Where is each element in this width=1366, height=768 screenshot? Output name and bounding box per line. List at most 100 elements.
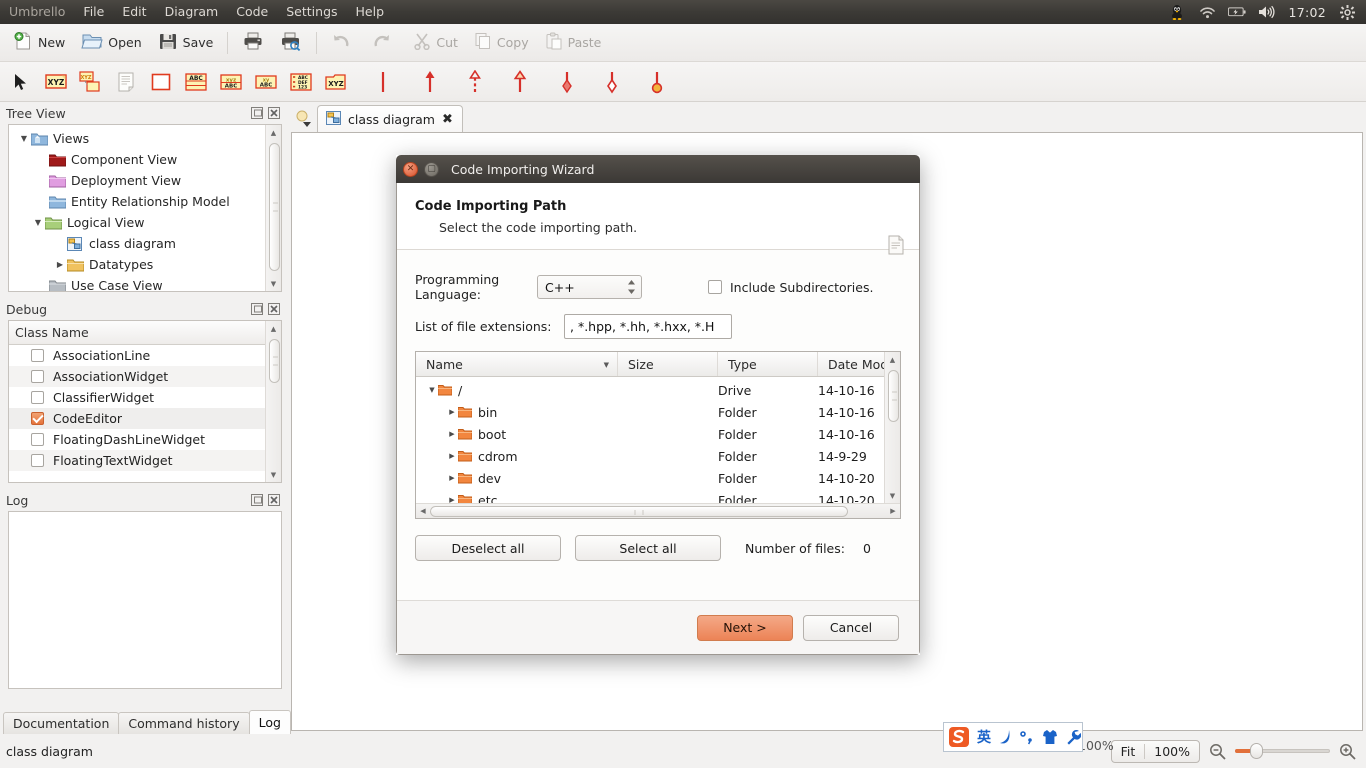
scroll-down-arrow-icon[interactable]: ▼	[885, 488, 900, 503]
dialog-title-bar[interactable]: ✕ ▢ Code Importing Wizard	[396, 155, 920, 183]
tree-row-datatypes[interactable]: ▶ Datatypes	[9, 254, 281, 275]
paste-button[interactable]: Paste	[538, 28, 609, 58]
abc-class-tool[interactable]: ABC	[183, 69, 209, 95]
expand-arrow-right-icon[interactable]: ▶	[53, 260, 67, 269]
menu-item-edit[interactable]: Edit	[113, 0, 155, 24]
debug-row-associationline[interactable]: AssociationLine	[9, 345, 281, 366]
debug-checkbox-checked[interactable]	[31, 412, 44, 425]
file-row-bin[interactable]: ▶ bin Folder 14-10-16	[416, 401, 900, 423]
debug-close-button[interactable]	[268, 303, 280, 315]
menu-item-help[interactable]: Help	[347, 0, 394, 24]
debug-column-header[interactable]: Class Name	[9, 321, 281, 345]
select-arrow-tool[interactable]	[8, 69, 34, 95]
undo-button[interactable]	[324, 28, 363, 58]
menu-item-code[interactable]: Code	[227, 0, 277, 24]
debug-checkbox[interactable]	[31, 433, 44, 446]
redo-button[interactable]	[365, 28, 404, 58]
expand-arrow-right-icon[interactable]: ▶	[446, 452, 458, 460]
column-header-size[interactable]: Size	[618, 352, 718, 376]
sogou-logo-icon[interactable]	[948, 726, 970, 748]
zoom-slider[interactable]	[1235, 743, 1330, 759]
debug-row-associationwidget[interactable]: AssociationWidget	[9, 366, 281, 387]
file-row-boot[interactable]: ▶ boot Folder 14-10-16	[416, 423, 900, 445]
scrollbar-thumb[interactable]	[269, 339, 280, 383]
zoom-in-icon[interactable]	[1339, 743, 1356, 760]
xy-abc-tool[interactable]: xy ABC	[253, 69, 279, 95]
file-row-dev[interactable]: ▶ dev Folder 14-10-20	[416, 467, 900, 489]
tree-view-scrollbar[interactable]: ▲ ▼	[265, 125, 281, 291]
menu-item-diagram[interactable]: Diagram	[156, 0, 228, 24]
column-header-type[interactable]: Type	[718, 352, 818, 376]
expand-arrow-right-icon[interactable]: ▶	[446, 474, 458, 482]
battery-icon[interactable]	[1228, 3, 1247, 21]
tree-row-logical-view[interactable]: ▼ Logical View	[9, 212, 281, 233]
debug-scrollbar[interactable]: ▲ ▼	[265, 321, 281, 482]
column-header-date-modified[interactable]: Date Mod	[818, 352, 893, 376]
file-browser-table[interactable]: Name ▼ Size Type Date Mod ▼ / Drive 14-1…	[415, 351, 901, 519]
cancel-button[interactable]: Cancel	[803, 614, 899, 641]
tree-row-entity-relationship-model[interactable]: Entity Relationship Model	[9, 191, 281, 212]
debug-row-classifierwidget[interactable]: ClassifierWidget	[9, 387, 281, 408]
zoom-out-icon[interactable]	[1209, 743, 1226, 760]
package-xyz-tool[interactable]: XYZ	[323, 69, 349, 95]
include-subdirectories-checkbox[interactable]: Include Subdirectories.	[708, 280, 873, 295]
debug-row-codeeditor[interactable]: CodeEditor	[9, 408, 281, 429]
deselect-all-button[interactable]: Deselect all	[415, 535, 561, 561]
file-table-vertical-scrollbar[interactable]: ▲ ▼	[884, 352, 900, 503]
new-button[interactable]: New	[6, 28, 72, 58]
circle-end-tool[interactable]	[644, 69, 670, 95]
zoom-percent-button[interactable]: 100%	[1145, 741, 1199, 762]
scroll-up-arrow-icon[interactable]: ▲	[266, 125, 281, 140]
zoom-fit-button[interactable]: Fit	[1112, 741, 1145, 762]
hollow-arrow-tool[interactable]	[507, 69, 533, 95]
tab-log[interactable]: Log	[248, 710, 291, 734]
wrench-icon[interactable]	[1065, 729, 1081, 745]
debug-float-button[interactable]	[251, 303, 263, 315]
xyz-abc-tool[interactable]: xyz ABC	[218, 69, 244, 95]
copy-button[interactable]: Copy	[467, 28, 536, 58]
open-button[interactable]: Open	[74, 28, 148, 58]
abc-def-123-tool[interactable]: ABC DEF 123	[288, 69, 314, 95]
expand-arrow-right-icon[interactable]: ▶	[446, 408, 458, 416]
file-row-root[interactable]: ▼ / Drive 14-10-16	[416, 379, 900, 401]
include-subdirectories-box[interactable]	[708, 280, 722, 294]
log-close-button[interactable]	[268, 494, 280, 506]
class-xyz-tool[interactable]: XYZ	[43, 69, 69, 95]
select-all-button[interactable]: Select all	[575, 535, 721, 561]
ime-toolbar[interactable]: 英	[943, 722, 1083, 752]
dashed-arrow-tool[interactable]	[462, 69, 488, 95]
scroll-left-arrow-icon[interactable]: ◀	[416, 507, 430, 515]
print-preview-button[interactable]	[273, 28, 309, 58]
scroll-down-arrow-icon[interactable]: ▼	[266, 276, 281, 291]
save-button[interactable]: Save	[151, 28, 221, 58]
expand-arrow-right-icon[interactable]: ▶	[446, 430, 458, 438]
spinner-arrows[interactable]	[627, 279, 636, 295]
debug-checkbox[interactable]	[31, 370, 44, 383]
tux-icon[interactable]	[1168, 3, 1186, 21]
settings-gear-icon[interactable]	[1338, 3, 1356, 21]
debug-checkbox[interactable]	[31, 349, 44, 362]
debug-checkbox[interactable]	[31, 454, 44, 467]
tree-row-use-case-view[interactable]: Use Case View	[9, 275, 281, 291]
tab-list-icon[interactable]	[291, 106, 317, 132]
print-button[interactable]	[235, 28, 271, 58]
scroll-up-arrow-icon[interactable]: ▲	[266, 321, 281, 336]
expand-arrow-down-icon[interactable]: ▼	[17, 134, 31, 143]
expand-arrow-down-icon[interactable]: ▼	[31, 218, 45, 227]
debug-row-floatingtextwidget[interactable]: FloatingTextWidget	[9, 450, 281, 471]
line-tool[interactable]	[370, 69, 396, 95]
programming-language-select[interactable]: C++	[537, 275, 642, 299]
tab-command-history[interactable]: Command history	[118, 712, 250, 734]
next-button[interactable]: Next >	[697, 614, 793, 641]
filled-diamond-tool[interactable]	[554, 69, 580, 95]
zoom-slider-handle[interactable]	[1250, 743, 1263, 759]
menu-item-umbrello[interactable]: Umbrello	[0, 0, 74, 24]
wifi-icon[interactable]	[1198, 3, 1216, 21]
log-float-button[interactable]	[251, 494, 263, 506]
tree-row-deployment-view[interactable]: Deployment View	[9, 170, 281, 191]
column-header-name[interactable]: Name ▼	[416, 352, 618, 376]
note-tool[interactable]	[113, 69, 139, 95]
arrow-up-tool[interactable]	[417, 69, 443, 95]
file-row-cdrom[interactable]: ▶ cdrom Folder 14-9-29 ‏	[416, 445, 900, 467]
debug-row-floatingdashlinewidget[interactable]: FloatingDashLineWidget	[9, 429, 281, 450]
